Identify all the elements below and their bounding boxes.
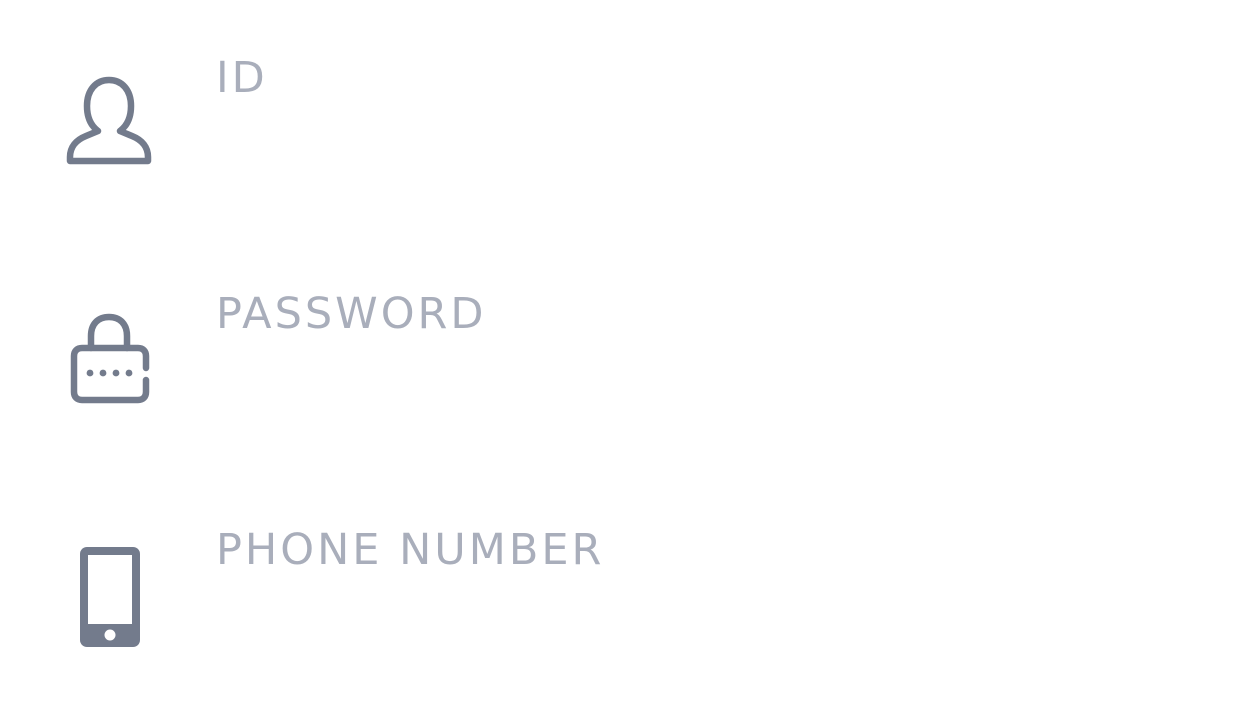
password-field-row[interactable]: PASSWORD: [0, 236, 1248, 472]
id-input[interactable]: [216, 50, 1196, 170]
phone-input[interactable]: [216, 522, 1196, 642]
id-field-row[interactable]: ID: [0, 0, 1248, 236]
signup-form: ID PASSWORD PHONE NUMBER: [0, 0, 1248, 708]
user-icon: [60, 70, 160, 180]
phone-icon: [60, 542, 160, 652]
password-input[interactable]: [216, 286, 1196, 406]
phone-field-row[interactable]: PHONE NUMBER: [0, 472, 1248, 708]
lock-icon: [60, 308, 160, 418]
